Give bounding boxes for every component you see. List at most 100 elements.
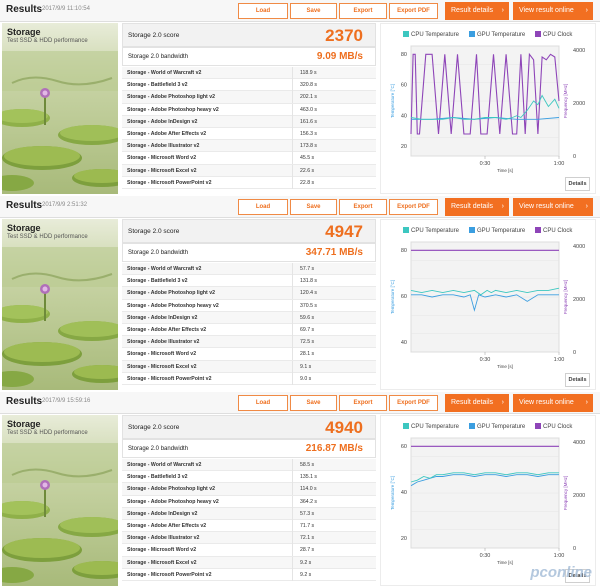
subtest-divider xyxy=(292,299,293,312)
bandwidth-row: Storage 2.0 bandwidth 347.71 MB/s xyxy=(122,243,376,262)
chevron-right-icon: › xyxy=(585,203,588,210)
subtest-row: Storage - Microsoft PowerPoint v2 22.8 s xyxy=(122,176,376,189)
subtest-row: Storage - Adobe InDesign v2 161.6 s xyxy=(122,115,376,128)
result-block-3: Results 2017/9/9 15:59:16 Load Save Expo… xyxy=(0,392,600,587)
score-row: Storage 2.0 score 2370 xyxy=(122,23,376,47)
subtest-name: Storage - Microsoft Word v2 xyxy=(127,155,197,162)
subtest-value: 57.3 s xyxy=(300,510,315,517)
subtest-value: 28.1 s xyxy=(300,351,315,358)
subtest-name: Storage - Adobe After Effects v2 xyxy=(127,522,207,529)
chevron-right-icon: › xyxy=(501,7,504,14)
result-details-button[interactable]: Result details › xyxy=(445,394,509,412)
subtest-row: Storage - Microsoft PowerPoint v2 9.0 s xyxy=(122,372,376,385)
subtest-value: 463.0 s xyxy=(300,106,318,113)
x-axis-label: Time [s] xyxy=(497,560,513,565)
view-online-button[interactable]: View result online › xyxy=(513,198,593,216)
load-button[interactable]: Load xyxy=(238,3,288,19)
test-thumbnail: Storage Test SSD & HDD performance xyxy=(2,23,118,194)
subtest-divider xyxy=(292,495,293,508)
subtest-row: Storage - Adobe Illustrator v2 72.1 s xyxy=(122,532,376,545)
view-online-label: View result online xyxy=(519,203,574,210)
chevron-right-icon: › xyxy=(501,203,504,210)
save-button[interactable]: Save xyxy=(290,395,337,411)
subtest-divider xyxy=(292,67,293,79)
subtest-value: 72.1 s xyxy=(300,535,315,542)
legend-gpu-temp-label: GPU Temperature xyxy=(477,424,526,430)
subtest-name: Storage - Microsoft Excel v2 xyxy=(127,559,197,566)
x-tick-label: 1:00 xyxy=(554,357,565,363)
save-button[interactable]: Save xyxy=(290,199,337,215)
export-button[interactable]: Export xyxy=(339,3,387,19)
lily-pad-image xyxy=(2,219,118,390)
subtest-value: 57.7 s xyxy=(300,266,315,272)
bandwidth-value: 9.09 MB/s xyxy=(316,51,363,62)
view-online-button[interactable]: View result online › xyxy=(513,394,593,412)
subtest-divider xyxy=(292,323,293,336)
legend-cpu-temp-label: CPU Temperature xyxy=(411,424,459,430)
view-online-button[interactable]: View result online › xyxy=(513,2,593,20)
left-tick-label: 60 xyxy=(401,444,407,450)
x-tick-label: 0:30 xyxy=(480,553,491,559)
left-tick-label: 20 xyxy=(401,144,407,150)
subtest-row: Storage - Microsoft Word v2 28.7 s xyxy=(122,544,376,557)
subtest-name: Storage - Adobe InDesign v2 xyxy=(127,314,198,321)
details-button[interactable]: Details xyxy=(565,373,590,387)
subtest-divider xyxy=(292,507,293,520)
subtest-divider xyxy=(292,336,293,349)
subtest-divider xyxy=(292,287,293,300)
subtest-row: Storage - Adobe After Effects v2 156.3 s xyxy=(122,127,376,141)
left-tick-label: 60 xyxy=(401,294,407,300)
export-pdf-button[interactable]: Export PDF xyxy=(389,3,438,19)
subtest-value: 22.8 s xyxy=(300,179,315,186)
subtest-value: 9.2 s xyxy=(300,559,312,566)
export-pdf-button[interactable]: Export PDF xyxy=(389,395,438,411)
test-title: Storage xyxy=(7,27,41,37)
subtest-row: Storage - Microsoft Excel v2 22.6 s xyxy=(122,164,376,177)
x-tick-label: 1:00 xyxy=(554,161,565,167)
export-button[interactable]: Export xyxy=(339,199,387,215)
export-pdf-button[interactable]: Export PDF xyxy=(389,199,438,215)
bandwidth-label: Storage 2.0 bandwidth xyxy=(128,54,189,60)
subtest-value: 120.4 s xyxy=(300,290,318,297)
right-tick-label: 4000 xyxy=(573,440,585,446)
load-button[interactable]: Load xyxy=(238,395,288,411)
right-tick-label: 2000 xyxy=(573,297,585,303)
right-tick-label: 0 xyxy=(573,350,576,356)
chevron-right-icon: › xyxy=(585,399,588,406)
bandwidth-value: 216.87 MB/s xyxy=(305,443,363,454)
subtest-row: Storage - Adobe Illustrator v2 72.5 s xyxy=(122,336,376,349)
details-button[interactable]: Details xyxy=(565,177,590,191)
result-details-label: Result details xyxy=(451,203,494,210)
subtest-value: 161.6 s xyxy=(300,118,318,125)
subtest-divider xyxy=(292,360,293,373)
test-subtitle: Test SSD & HDD performance xyxy=(7,234,88,240)
subtest-name: Storage - Microsoft PowerPoint v2 xyxy=(127,179,212,186)
result-details-button[interactable]: Result details › xyxy=(445,198,509,216)
subtest-value: 22.6 s xyxy=(300,167,315,174)
test-subtitle: Test SSD & HDD performance xyxy=(7,430,88,436)
subtest-row: Storage - Adobe Photoshop light v2 202.1 … xyxy=(122,91,376,104)
load-button[interactable]: Load xyxy=(238,199,288,215)
left-tick-label: 80 xyxy=(401,248,407,254)
results-title: Results xyxy=(6,4,43,15)
subtest-value: 320.8 s xyxy=(300,82,318,89)
score-value: 4940 xyxy=(325,418,363,437)
export-button[interactable]: Export xyxy=(339,395,387,411)
subtest-name: Storage - Adobe Illustrator v2 xyxy=(127,535,200,542)
subtest-row: Storage - Adobe Photoshop light v2 120.4 … xyxy=(122,287,376,300)
subtest-row: Storage - Adobe Photoshop light v2 114.0 … xyxy=(122,483,376,496)
result-header: Results 2017/9/9 11:10:54 Load Save Expo… xyxy=(0,0,600,22)
right-tick-label: 4000 xyxy=(573,48,585,54)
subtest-name: Storage - Microsoft Word v2 xyxy=(127,547,197,554)
subtest-divider xyxy=(292,103,293,116)
subtest-name: Storage - Adobe Photoshop light v2 xyxy=(127,486,215,493)
right-tick-label: 4000 xyxy=(573,244,585,250)
left-tick-label: 40 xyxy=(401,113,407,119)
save-button[interactable]: Save xyxy=(290,3,337,19)
bandwidth-row: Storage 2.0 bandwidth 9.09 MB/s xyxy=(122,47,376,66)
result-details-button[interactable]: Result details › xyxy=(445,2,509,20)
right-axis-label: Frequency [MHz] xyxy=(563,476,568,510)
subtest-name: Storage - World of Warcraft v2 xyxy=(127,70,202,76)
bandwidth-value: 347.71 MB/s xyxy=(305,247,363,258)
legend-cpu-clock: CPU Clock xyxy=(535,423,572,430)
